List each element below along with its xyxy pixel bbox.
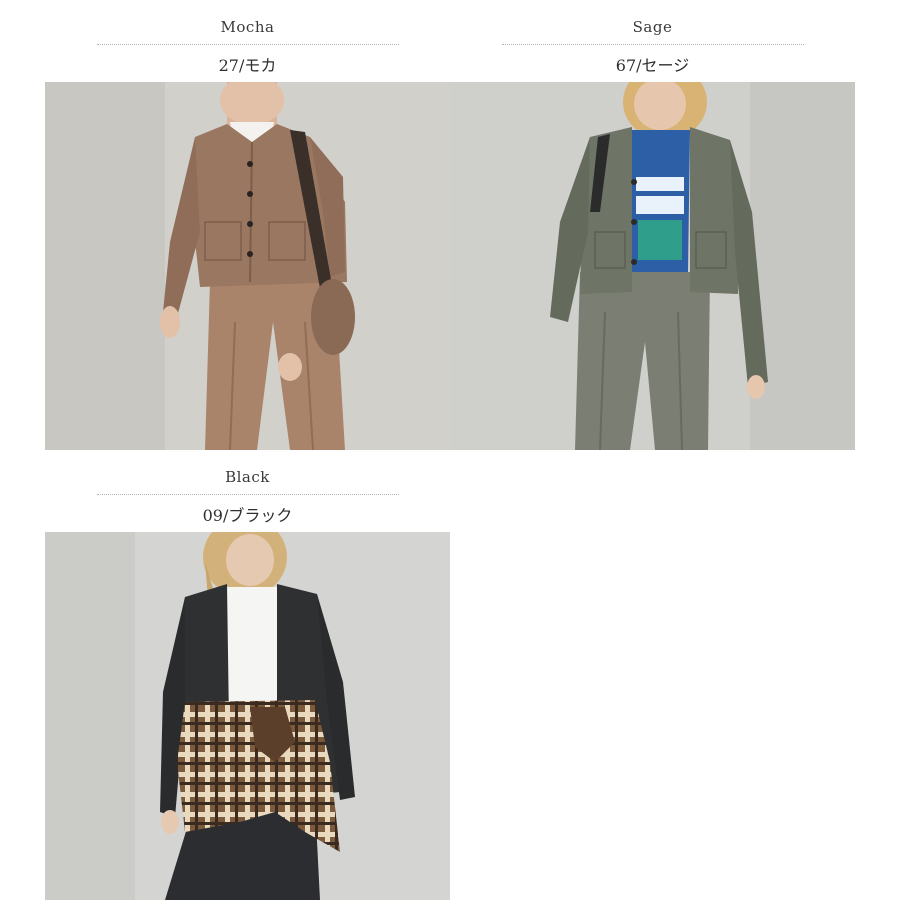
model-figure-mocha [45, 82, 450, 450]
model-figure-sage [450, 82, 855, 450]
color-name-label: Sage [632, 18, 673, 36]
color-code-label: 27/モカ [218, 56, 277, 75]
product-photo-black [45, 532, 450, 900]
model-figure-black [45, 532, 450, 900]
dotted-divider [502, 44, 804, 45]
dotted-divider [97, 44, 399, 45]
color-name-label: Black [225, 468, 270, 486]
color-code-label: 09/ブラック [202, 506, 293, 525]
color-code-label: 67/セージ [615, 56, 690, 75]
product-photo-sage [450, 82, 855, 450]
color-name-label: Mocha [220, 18, 275, 36]
product-photo-mocha [45, 82, 450, 450]
dotted-divider [97, 494, 399, 495]
